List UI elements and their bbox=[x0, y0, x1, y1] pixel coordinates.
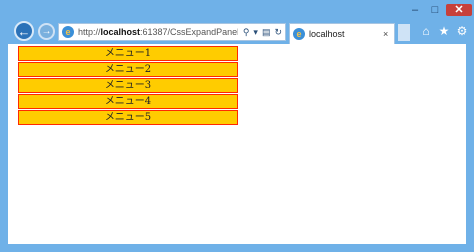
compatibility-view-icon[interactable]: ▤ bbox=[262, 26, 271, 38]
new-tab-button[interactable] bbox=[398, 24, 410, 41]
tab-title: localhost bbox=[309, 29, 345, 39]
search-icon[interactable]: ⚲ bbox=[243, 26, 250, 38]
menu-item-3[interactable]: メニュー3 bbox=[18, 78, 238, 93]
toolbar-icons: ⌂ ★ ⚙ bbox=[420, 24, 468, 38]
forward-button[interactable]: → bbox=[38, 23, 55, 40]
right-arrow-icon: → bbox=[41, 26, 52, 37]
ie-tab-icon: e bbox=[293, 28, 305, 40]
menu-item-2[interactable]: メニュー2 bbox=[18, 62, 238, 77]
navigation-bar: ← → e http://localhost:61387/CssExpandPa… bbox=[0, 20, 474, 44]
gear-icon[interactable]: ⚙ bbox=[456, 24, 468, 38]
menu-panel: メニュー1 メニュー2 メニュー3 メニュー4 メニュー5 bbox=[18, 46, 238, 126]
maximize-button[interactable]: □ bbox=[424, 4, 446, 16]
url-path: :61387/CssExpandPanel5.html bbox=[140, 27, 238, 37]
minimize-button[interactable]: – bbox=[404, 4, 426, 16]
left-arrow-icon: ← bbox=[17, 23, 31, 39]
address-tools: ⚲ ▾ ▤ ↻ bbox=[243, 26, 282, 38]
address-bar[interactable]: e http://localhost:61387/CssExpandPanel5… bbox=[58, 23, 286, 41]
favorites-star-icon[interactable]: ★ bbox=[438, 24, 450, 38]
menu-item-5[interactable]: メニュー5 bbox=[18, 110, 238, 125]
tab-close-icon[interactable]: × bbox=[383, 29, 388, 39]
url-text[interactable]: http://localhost:61387/CssExpandPanel5.h… bbox=[78, 27, 238, 37]
ie-page-icon: e bbox=[62, 26, 74, 38]
page-content: メニュー1 メニュー2 メニュー3 メニュー4 メニュー5 bbox=[8, 44, 466, 244]
tab-localhost[interactable]: e localhost × bbox=[289, 23, 395, 44]
title-bar: – □ ✕ bbox=[0, 0, 474, 20]
browser-window: – □ ✕ ← → e http://localhost:61387/CssEx… bbox=[0, 0, 474, 252]
url-prefix: http:// bbox=[78, 27, 101, 37]
menu-item-1[interactable]: メニュー1 bbox=[18, 46, 238, 61]
menu-item-4[interactable]: メニュー4 bbox=[18, 94, 238, 109]
dropdown-arrow-icon[interactable]: ▾ bbox=[253, 26, 258, 38]
close-button[interactable]: ✕ bbox=[446, 4, 472, 16]
refresh-icon[interactable]: ↻ bbox=[274, 26, 282, 38]
url-host: localhost bbox=[100, 27, 141, 37]
home-icon[interactable]: ⌂ bbox=[420, 24, 432, 38]
back-button[interactable]: ← bbox=[14, 21, 34, 41]
